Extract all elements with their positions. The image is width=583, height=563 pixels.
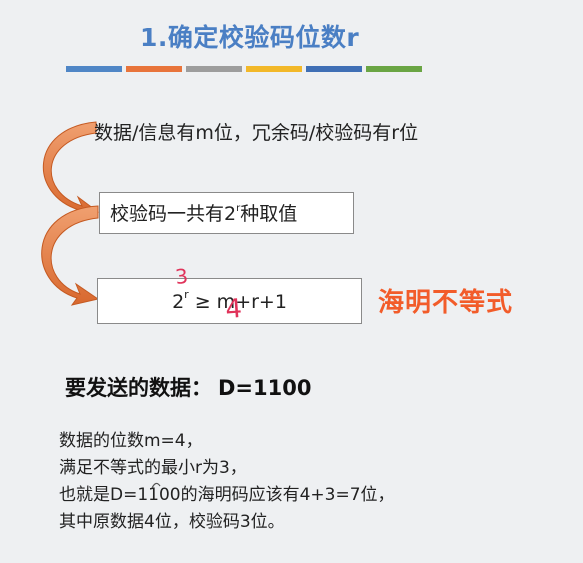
note-line: 也就是D=1100的海明码应该有4+3=7位， bbox=[59, 485, 395, 505]
inequality-rest: ≥ m+r+1 bbox=[188, 291, 287, 313]
data-to-send-label: 要发送的数据： bbox=[65, 376, 212, 400]
slide: 1.确定校验码位数r 数据/信息有m位，冗余码/校验码有r位 校验码一共有2r种… bbox=[0, 0, 583, 563]
note-line: 满足不等式的最小r为3， bbox=[59, 458, 247, 478]
curved-arrow-1 bbox=[42, 121, 100, 217]
inequality-box: 2r ≥ m+r+1 bbox=[97, 278, 362, 324]
explanation-notes: 数据的位数m=4， 满足不等式的最小r为3， 也就是D=1100的海明码应该有4… bbox=[59, 428, 395, 536]
inequality-base: 2 bbox=[172, 291, 185, 313]
combinations-superscript: r bbox=[236, 203, 241, 214]
combinations-box: 校验码一共有2r种取值 bbox=[99, 192, 354, 234]
hamming-inequality-label: 海明不等式 bbox=[378, 288, 514, 318]
note-line: 数据的位数m=4， bbox=[59, 431, 203, 451]
data-to-send: 要发送的数据： D=1100 bbox=[65, 372, 311, 402]
data-to-send-value: D=1100 bbox=[218, 376, 312, 400]
note-line: 其中原数据4位，校验码3位。 bbox=[59, 512, 285, 532]
definition-statement: 数据/信息有m位，冗余码/校验码有r位 bbox=[94, 122, 419, 144]
combinations-text-after: 种取值 bbox=[240, 203, 298, 225]
inequality-superscript: r bbox=[184, 288, 189, 301]
curved-arrow-2 bbox=[41, 205, 100, 306]
combinations-text-before: 校验码一共有2 bbox=[110, 203, 237, 225]
